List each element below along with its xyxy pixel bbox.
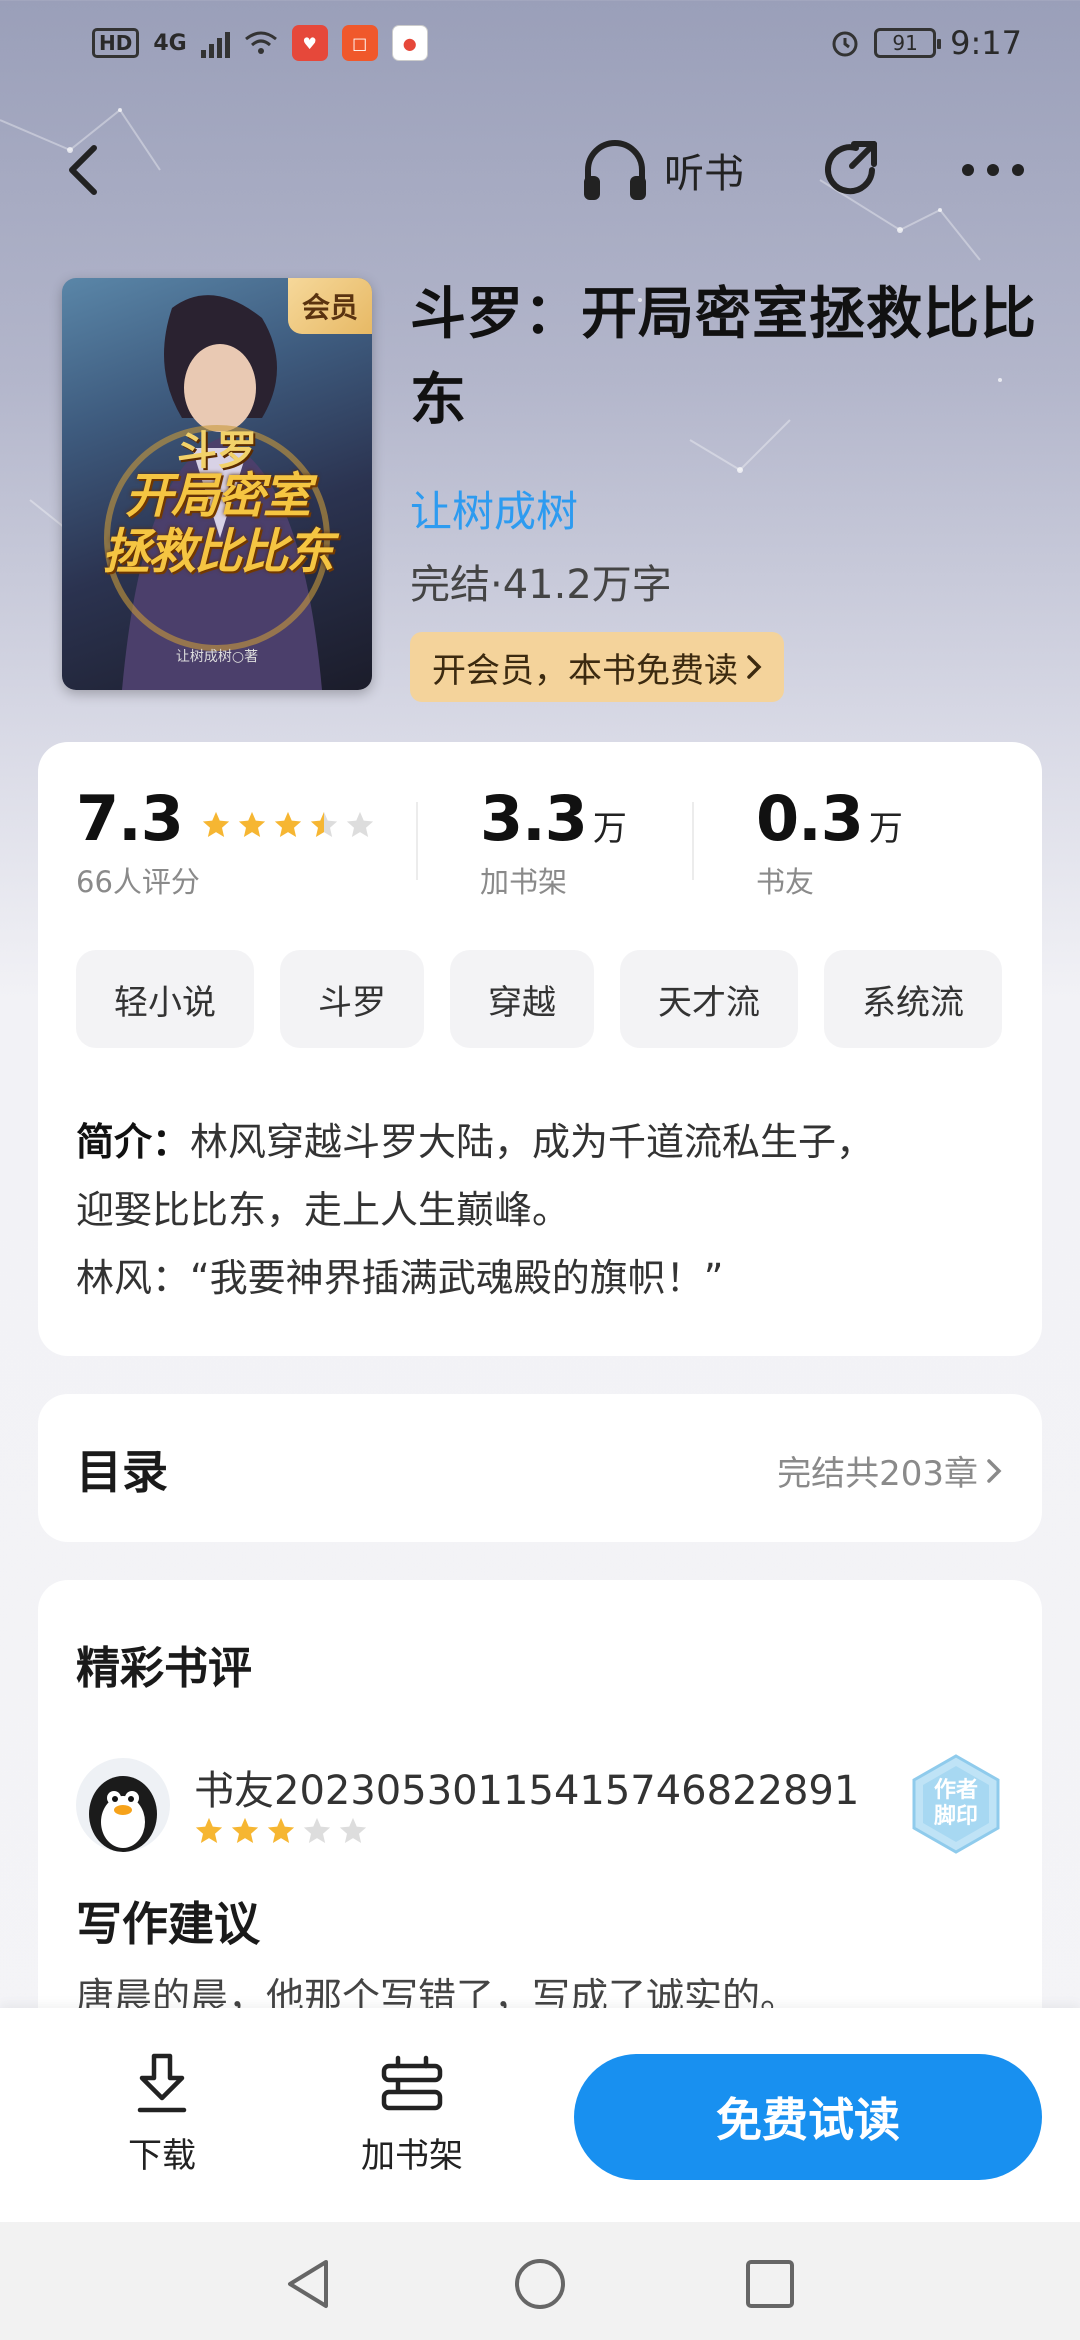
book-title: 斗罗：开局密室拯救比比东 xyxy=(410,282,1037,433)
book-cover[interactable]: 会员 斗罗 开局密室 拯救比比东 让树成树○著 xyxy=(62,278,372,690)
reviews-heading: 精彩书评 xyxy=(76,1643,252,1694)
hd-indicator: HD xyxy=(92,28,140,58)
add-shelf-button[interactable]: 加书架 xyxy=(332,2052,492,2177)
intro-line: 林风：“我要神界插满武魂殿的旗帜！” xyxy=(76,1256,724,1300)
share-icon[interactable] xyxy=(820,138,884,202)
toc-title: 目录 xyxy=(76,1445,168,1499)
app-icon-2: □ xyxy=(341,25,378,61)
free-trial-read-button[interactable]: 免费试读 xyxy=(574,2054,1042,2180)
bottom-action-bar: 下载 加书架 免费试读 xyxy=(0,2008,1080,2222)
top-nav: 听书 xyxy=(0,120,1080,220)
intro-line: 迎娶比比东，走上人生巅峰。 xyxy=(76,1188,571,1232)
bookshelf-icon xyxy=(381,2055,443,2111)
vip-free-read-label: 开会员，本书免费读 xyxy=(432,650,738,691)
friends-unit: 万 xyxy=(868,809,903,849)
tag-chip[interactable]: 穿越 xyxy=(450,950,594,1048)
app-icon-1: ♥ xyxy=(291,25,328,61)
tag-chip[interactable]: 天才流 xyxy=(620,950,798,1048)
rating-stars xyxy=(201,810,375,840)
tag-chip[interactable]: 系统流 xyxy=(824,950,1002,1048)
star-icon xyxy=(303,1817,331,1843)
friends-label: 书友 xyxy=(756,865,815,899)
friends-stat[interactable]: 0.3 万 书友 xyxy=(756,782,903,901)
author-footprint-badge: 作者脚印 xyxy=(904,1752,1008,1856)
intro-label: 简介： xyxy=(76,1120,191,1164)
tag-list: 轻小说 斗罗 穿越 天才流 系统流 xyxy=(76,950,1002,1048)
stat-divider xyxy=(692,802,694,880)
book-info-card: 7.3 66人评分 3.3 万 加书架 0.3 万 书友 轻小说 斗罗 穿越 天… xyxy=(38,742,1042,1356)
toc-chapter-count: 完结共203章 xyxy=(777,1454,978,1494)
book-intro[interactable]: 简介：林风穿越斗罗大陆，成为千道流私生子， 迎娶比比东，走上人生巅峰。 林风：“… xyxy=(76,1108,1006,1312)
back-icon[interactable] xyxy=(60,142,110,198)
book-meta: 完结·41.2万字 xyxy=(410,562,672,608)
star-icon xyxy=(238,811,265,837)
star-icon xyxy=(346,811,373,837)
rating-count: 66人评分 xyxy=(76,865,200,899)
author-seal-text: 作者脚印 xyxy=(933,1778,978,1829)
stat-divider xyxy=(416,802,418,880)
tag-chip[interactable]: 斗罗 xyxy=(280,950,424,1048)
star-icon xyxy=(202,811,229,837)
cover-title: 开局密室 拯救比比东 xyxy=(101,468,334,580)
star-icon xyxy=(195,1817,223,1843)
rating-stat[interactable]: 7.3 66人评分 xyxy=(76,782,375,901)
avatar[interactable] xyxy=(76,1758,170,1852)
rating-value: 7.3 xyxy=(76,782,184,855)
star-icon xyxy=(267,1817,295,1843)
star-icon xyxy=(274,811,301,837)
chevron-right-icon xyxy=(987,1458,1002,1483)
cover-vip-badge: 会员 xyxy=(287,278,372,334)
star-icon xyxy=(231,1817,259,1843)
author-link[interactable]: 让树成树 xyxy=(410,478,578,539)
download-icon xyxy=(137,2053,187,2113)
star-icon xyxy=(310,811,337,837)
nav-home-icon[interactable] xyxy=(512,2256,568,2312)
download-label: 下载 xyxy=(128,2136,196,2176)
friends-count: 0.3 xyxy=(756,782,864,855)
shelf-label: 加书架 xyxy=(480,865,568,899)
penguin-avatar-icon xyxy=(89,1776,157,1852)
shelf-stat: 3.3 万 加书架 xyxy=(480,782,627,901)
network-type: 4G xyxy=(153,30,187,56)
add-shelf-label: 加书架 xyxy=(361,2136,463,2176)
toc-info: 完结共203章 xyxy=(777,1446,1002,1495)
star-icon xyxy=(339,1817,367,1843)
nav-back-icon[interactable] xyxy=(282,2256,338,2312)
intro-line: 林风穿越斗罗大陆，成为千道流私生子， xyxy=(190,1120,875,1164)
alarm-icon xyxy=(832,31,858,57)
wifi-icon xyxy=(244,31,277,54)
listen-label: 听书 xyxy=(664,151,744,197)
vip-free-read-button[interactable]: 开会员，本书免费读 xyxy=(410,632,784,702)
clock: 9:17 xyxy=(950,24,1022,62)
headphones-icon xyxy=(584,140,646,200)
more-icon[interactable] xyxy=(958,150,1028,190)
toc-card[interactable]: 目录 完结共203章 xyxy=(38,1394,1042,1542)
signal-icon xyxy=(200,28,230,58)
system-nav-bar xyxy=(0,2222,1080,2340)
tag-chip[interactable]: 轻小说 xyxy=(76,950,254,1048)
chevron-right-icon xyxy=(747,655,762,679)
listen-button[interactable]: 听书 xyxy=(580,138,744,202)
app-icon-3: ● xyxy=(391,25,428,61)
review-stars xyxy=(194,1816,368,1846)
cover-author: 让树成树○著 xyxy=(175,649,259,665)
battery-icon: 91 xyxy=(874,28,942,58)
nav-recents-icon[interactable] xyxy=(742,2256,798,2312)
reviewer-name[interactable]: 书友20230530115415746822891 xyxy=(194,1758,859,1816)
download-button[interactable]: 下载 xyxy=(82,2052,242,2177)
shelf-count: 3.3 xyxy=(480,782,588,855)
review-title[interactable]: 写作建议 xyxy=(76,1888,260,1954)
status-bar: HD 4G ♥ □ ● 91 9:17 xyxy=(0,0,1080,86)
shelf-unit: 万 xyxy=(592,809,627,849)
